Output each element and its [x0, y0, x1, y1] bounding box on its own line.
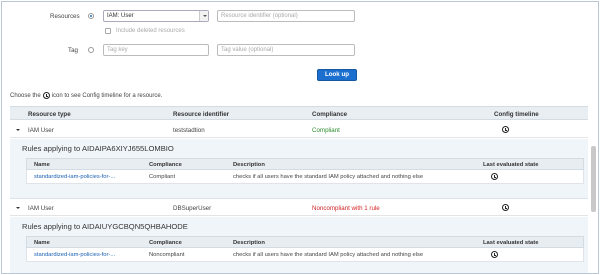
rule-name-link[interactable]: standardized-iam-policies-for-...: [34, 174, 115, 180]
clock-icon[interactable]: [491, 251, 498, 258]
col-name: Name: [34, 240, 50, 246]
table-row[interactable]: IAM User DBSuperUser Noncompliant with 1…: [10, 200, 588, 216]
hint-prefix: Choose the: [10, 92, 41, 99]
resource-type: IAM User: [28, 127, 54, 134]
compliance-status: Noncompliant with 1 rule: [312, 205, 380, 212]
resource-type-value: IAM: User: [107, 13, 134, 19]
look-up-button[interactable]: Look up: [317, 69, 357, 81]
col-compliance: Compliance: [149, 240, 182, 246]
scrollbar-thumb[interactable]: [591, 146, 596, 212]
timeline-hint: Choose the icon to see Config timeline f…: [10, 92, 162, 99]
resource-identifier: DBSuperUser: [173, 205, 212, 212]
chevron-down-icon: [199, 11, 208, 21]
resource-identifier-input[interactable]: Resource identifier (optional): [217, 10, 355, 22]
col-compliance: Compliance: [149, 162, 182, 168]
resources-label: Resources: [50, 13, 80, 20]
resources-radio[interactable]: [88, 13, 94, 19]
col-description: Description: [233, 162, 265, 168]
rule-row: standardized-iam-policies-for-... Noncom…: [26, 248, 584, 262]
rules-title: Rules applying to AIDAIPA6XIYJ655LOMBIO: [22, 144, 174, 153]
col-name: Name: [34, 162, 50, 168]
clock-icon[interactable]: [502, 204, 509, 211]
clock-icon[interactable]: [491, 173, 498, 180]
collapse-triangle-icon[interactable]: [16, 129, 20, 131]
tag-radio[interactable]: [88, 47, 94, 53]
col-last-evaluated: Last evaluated state: [483, 162, 539, 168]
tag-value-input[interactable]: Tag value (optional): [217, 44, 355, 56]
clock-icon[interactable]: [502, 126, 509, 133]
include-deleted-label: Include deleted resources: [116, 28, 185, 34]
rules-table-header: Name Compliance Description Last evaluat…: [26, 236, 584, 248]
col-resource-identifier: Resource identifier: [173, 111, 230, 118]
col-config-timeline: Config timeline: [494, 111, 539, 118]
col-last-evaluated: Last evaluated state: [483, 240, 539, 246]
col-compliance: Compliance: [312, 111, 348, 118]
tag-label: Tag: [68, 47, 78, 54]
table-row[interactable]: IAM User teststadtion Compliant: [10, 122, 588, 138]
rules-table-header: Name Compliance Description Last evaluat…: [26, 158, 584, 170]
rule-compliance: Compliant: [149, 174, 176, 180]
compliance-status: Compliant: [312, 127, 340, 134]
col-resource-type: Resource type: [28, 111, 71, 118]
rule-name-link[interactable]: standardized-iam-policies-for-...: [34, 252, 115, 258]
rules-panel: Rules applying to AIDAIUYGCBQN5QHBAHODE …: [10, 217, 588, 273]
hint-suffix: icon to see Config timeline for a resour…: [51, 92, 163, 99]
collapse-triangle-icon[interactable]: [16, 207, 20, 209]
rule-description: checks if all users have the standard IA…: [233, 252, 424, 258]
rules-panel: Rules applying to AIDAIPA6XIYJ655LOMBIO …: [10, 139, 588, 199]
config-resources-panel: Resources IAM: User Resource identifier …: [1, 1, 599, 274]
resource-type: IAM User: [28, 205, 54, 212]
clock-icon: [42, 92, 50, 99]
rule-description: checks if all users have the standard IA…: [233, 174, 424, 180]
resource-type-select[interactable]: IAM: User: [103, 10, 209, 22]
include-deleted-checkbox[interactable]: [105, 28, 111, 34]
tag-key-input[interactable]: Tag key: [103, 44, 209, 56]
rule-row: standardized-iam-policies-for-... Compli…: [26, 170, 584, 184]
resources-table-header: Resource type Resource identifier Compli…: [10, 106, 588, 120]
rule-compliance: Noncompliant: [149, 252, 185, 258]
col-description: Description: [233, 240, 265, 246]
resource-identifier: teststadtion: [173, 127, 205, 134]
rules-title: Rules applying to AIDAIUYGCBQN5QHBAHODE: [22, 222, 188, 231]
